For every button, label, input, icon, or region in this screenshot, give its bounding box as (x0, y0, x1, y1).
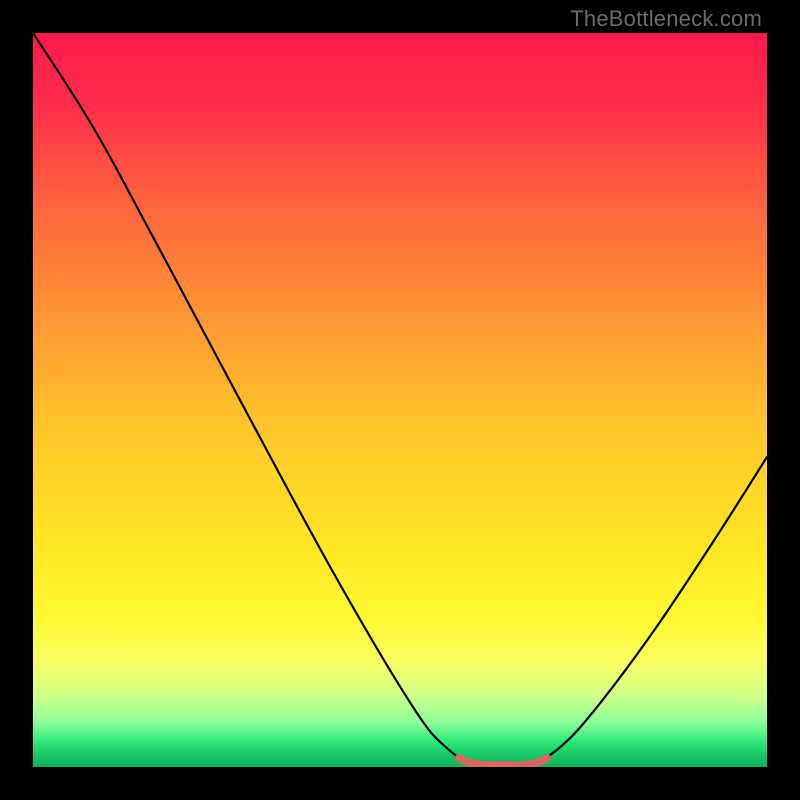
watermark-text: TheBottleneck.com (570, 6, 762, 32)
bottleneck-curve (33, 33, 767, 764)
curve-layer (33, 33, 767, 767)
chart-frame: TheBottleneck.com (0, 0, 800, 800)
plot-area (33, 33, 767, 767)
ideal-zone-marker (459, 758, 547, 765)
